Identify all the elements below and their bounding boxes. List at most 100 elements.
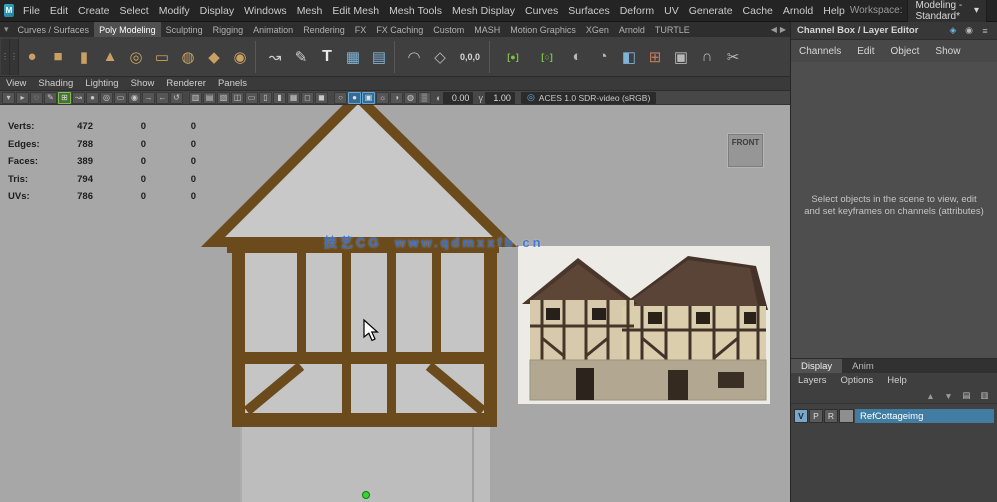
film-gate-icon[interactable]: ▭ [245,92,258,104]
shelf-tab-sculpting[interactable]: Sculpting [161,22,208,37]
ep-curve-tool-icon[interactable]: ↝ [262,41,288,73]
layer-move-up-icon[interactable]: ▲ [924,390,937,402]
poly-torus-icon[interactable]: ◎ [123,41,149,73]
resolution-gate-icon[interactable]: ▯ [259,92,272,104]
image-plane-icon[interactable]: ▧ [217,92,230,104]
reference-image-plane[interactable] [518,246,770,404]
shelf-tab-rendering[interactable]: Rendering [298,22,350,37]
make-live-icon[interactable]: ◉ [128,92,141,104]
bevel-icon[interactable]: ▣ [668,41,694,73]
bridge-icon[interactable]: ∩ [694,41,720,73]
shelf-tab-fx[interactable]: FX [350,22,372,37]
snap-grid-icon[interactable]: ⊞ [58,92,71,104]
mirror-icon[interactable]: ◧ [616,41,642,73]
menu-edit-mesh[interactable]: Edit Mesh [327,5,384,17]
panel-menu-panels[interactable]: Panels [212,78,253,89]
panel-menu-renderer[interactable]: Renderer [160,78,212,89]
show-manipulators-icon[interactable]: ◈ [947,25,959,36]
shelf-scroll-left-icon[interactable]: ◀ [771,25,777,34]
shelf-tab-turtle[interactable]: TURTLE [650,22,695,37]
sculpt-tool-icon[interactable]: ◠ [401,41,427,73]
two-panes-icon[interactable]: ◫ [231,92,244,104]
view-axis-label[interactable]: FRONT [727,133,764,168]
layer-editor-tab-anim[interactable]: Anim [842,359,884,373]
poly-platonic-icon[interactable]: ◆ [201,41,227,73]
bookmarks-icon[interactable]: ▤ [203,92,216,104]
menu-edit[interactable]: Edit [45,5,73,17]
menu-windows[interactable]: Windows [239,5,292,17]
channel-settings-icon[interactable]: ≡ [979,25,991,36]
shelf-tab-poly-modeling[interactable]: Poly Modeling [94,22,161,37]
input-connection-icon[interactable]: → [142,92,155,104]
layer-display-type-toggle[interactable]: R [824,409,838,423]
shelf-tab-arnold[interactable]: Arnold [614,22,650,37]
poly-plane-icon[interactable]: ▭ [149,41,175,73]
shelf-menu-icon[interactable]: ▾ [0,24,13,35]
channelbox-menu-object[interactable]: Object [883,46,928,57]
menu-select[interactable]: Select [115,5,154,17]
menu-surfaces[interactable]: Surfaces [563,5,614,17]
textured-mode-icon[interactable]: ▣ [362,92,375,104]
menu-uv[interactable]: UV [659,5,684,17]
quad-draw-icon[interactable]: ◇ [427,41,453,73]
channelbox-menu-show[interactable]: Show [927,46,968,57]
select-tool-icon[interactable]: ▸ [16,92,29,104]
shelf-row-toggle-icon[interactable]: ⋮ [1,39,10,75]
multi-cut-icon[interactable]: ✂ [720,41,746,73]
wireframe-mode-icon[interactable]: ○ [334,92,347,104]
poly-cube-icon[interactable]: ■ [45,41,71,73]
lasso-select-icon[interactable]: ◌ [30,92,43,104]
shelf-tab-custom[interactable]: Custom [428,22,469,37]
menu-help[interactable]: Help [818,5,850,17]
menu-create[interactable]: Create [73,5,115,17]
house-model[interactable] [213,105,505,502]
channelbox-menu-edit[interactable]: Edit [849,46,882,57]
menu-mesh-display[interactable]: Mesh Display [447,5,520,17]
text-tool-icon[interactable]: T [314,41,340,73]
maya-logo-icon[interactable]: M [4,4,14,17]
layer-playback-toggle[interactable]: P [809,409,823,423]
create-layer-from-selected-icon[interactable]: ▥ [978,390,991,402]
shelf-row-toggle2-icon[interactable]: ⋮ [10,39,19,75]
panel-menu-shading[interactable]: Shading [32,78,79,89]
menu-modify[interactable]: Modify [154,5,195,17]
menu-curves[interactable]: Curves [520,5,563,17]
create-empty-layer-icon[interactable]: ▤ [960,390,973,402]
menu-cache[interactable]: Cache [738,5,778,17]
type-tool-icon[interactable]: ▦ [340,41,366,73]
pencil-curve-tool-icon[interactable]: ✎ [288,41,314,73]
channelbox-menu-channels[interactable]: Channels [791,46,849,57]
safe-title-icon[interactable]: ◼ [315,92,328,104]
poly-cone-icon[interactable]: ▲ [97,41,123,73]
exposure-field[interactable]: ◐ 0.00 [436,92,473,104]
svg-tool-icon[interactable]: ▤ [366,41,392,73]
poly-sphere-icon[interactable]: ● [19,41,45,73]
layer-color-swatch[interactable] [839,409,854,423]
use-all-lights-icon[interactable]: ☼ [376,92,389,104]
gate-mask-icon[interactable]: ▮ [273,92,286,104]
output-connection-icon[interactable]: ← [156,92,169,104]
layer-menu-help[interactable]: Help [880,375,914,386]
smooth-icon[interactable]: ◔ [590,41,616,73]
paint-select-icon[interactable]: ✎ [44,92,57,104]
panel-menu-show[interactable]: Show [125,78,161,89]
xray-icon[interactable]: ▒ [418,92,431,104]
layer-menu-options[interactable]: Options [834,375,881,386]
colorspace-selector[interactable]: ◎ ACES 1.0 SDR-video (sRGB) [521,92,656,104]
extrude-icon[interactable]: ⊞ [642,41,668,73]
layer-editor-tab-display[interactable]: Display [791,359,842,373]
camera-attributes-icon[interactable]: ▥ [189,92,202,104]
layer-name[interactable]: RefCottageimg [855,409,994,423]
viewport-front-panel[interactable]: 技艺CG www.qdmxxfb.cn Verts: 472 0 0 Edges… [0,105,790,502]
workspace-dropdown[interactable]: Modeling - Standard* ▾ [907,0,987,24]
shelf-tab-rigging[interactable]: Rigging [208,22,249,37]
shelf-tab-xgen[interactable]: XGen [581,22,614,37]
boolean-icon[interactable]: ◐ [564,41,590,73]
combine-icon[interactable]: [●] [496,41,530,73]
safe-action-icon[interactable]: ◻ [301,92,314,104]
shelf-scroll-right-icon[interactable]: ▶ [780,25,786,34]
snap-view-icon[interactable]: ▭ [114,92,127,104]
snap-point-icon[interactable]: ● [86,92,99,104]
shelf-tab-fx-caching[interactable]: FX Caching [371,22,428,37]
separate-icon[interactable]: [○] [530,41,564,73]
